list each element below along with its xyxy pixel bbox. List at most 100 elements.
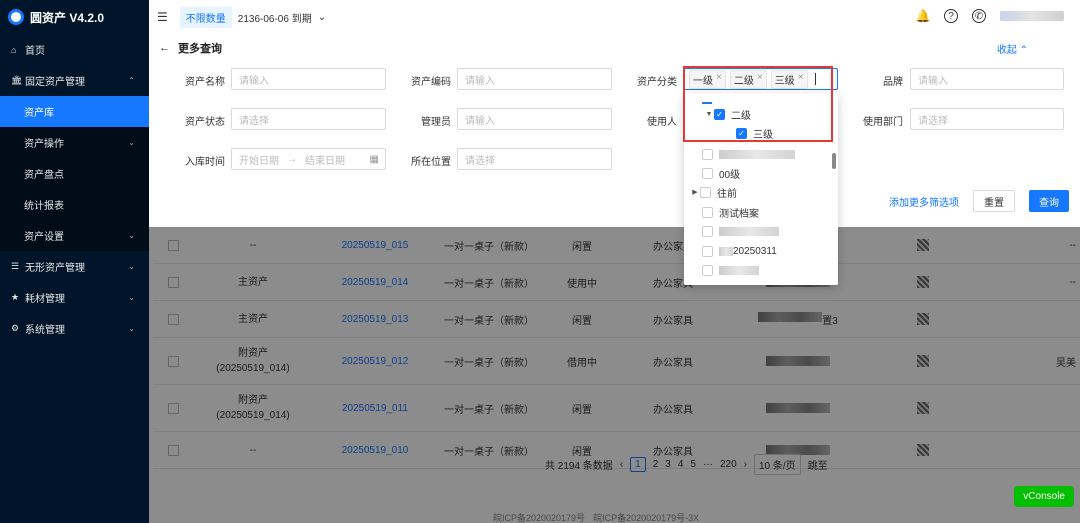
tag-label: 二级 (733, 75, 754, 87)
close-icon[interactable]: × (798, 72, 804, 87)
arrow-right-icon: → (287, 153, 297, 165)
checkbox-checked[interactable]: ✓ (714, 108, 725, 120)
chevron-up-icon: ⌃ (1019, 45, 1028, 56)
chevron-down-icon[interactable]: ⌄ (318, 12, 326, 23)
list-icon: ☰ (11, 261, 20, 271)
close-icon[interactable]: × (757, 72, 763, 87)
chevron-down-icon: ⌄ (128, 324, 135, 333)
checkbox[interactable] (702, 245, 713, 257)
sidebar-item-intangible-assets[interactable]: ☰ 无形资产管理 ⌄ (0, 251, 149, 282)
tree-node-label: 00级 (719, 169, 741, 181)
vconsole-button[interactable]: vConsole (1014, 486, 1074, 507)
chevron-down-icon: ⌄ (128, 262, 135, 271)
sidebar-item-asset-settings[interactable]: 资产设置 ⌄ (0, 220, 149, 251)
home-icon: ⌂ (11, 44, 17, 55)
tag-label: 一级 (693, 75, 713, 87)
reset-button[interactable]: 重置 (973, 190, 1015, 212)
caret-right-icon[interactable]: ▶ (690, 188, 700, 196)
sidebar-item-label: 资产设置 (24, 232, 64, 243)
checkbox[interactable] (702, 167, 713, 179)
label-department: 使用部门 (863, 117, 903, 128)
modal-mask[interactable] (149, 227, 1080, 523)
checkbox[interactable] (702, 225, 713, 237)
text-caret (814, 73, 816, 85)
sidebar-item-home[interactable]: ⌂ 首页 (0, 34, 149, 65)
sidebar-item-consumables[interactable]: ★ 耗材管理 ⌄ (0, 282, 149, 313)
checkbox[interactable] (702, 206, 713, 218)
tree-node-indicator (702, 102, 712, 104)
tree-node[interactable]: 20250311 (702, 242, 777, 260)
asset-category-select[interactable]: 一级 × 二级 × 三级 × (684, 68, 838, 90)
tree-node-label: 二级 (731, 110, 751, 122)
location-select[interactable]: 请选择 (457, 148, 612, 170)
sidebar-item-reports[interactable]: 统计报表 (0, 189, 149, 220)
chevron-up-icon: ⌃ (128, 76, 135, 85)
placeholder: 请输入 (465, 115, 495, 127)
star-icon: ★ (11, 292, 20, 302)
sidebar-item-fixed-assets[interactable]: 🏛 固定资产管理 ⌃ (0, 65, 149, 96)
tree-node[interactable]: 测试档案 (702, 203, 759, 221)
manager-input[interactable]: 请输入 (457, 108, 612, 130)
asset-code-input[interactable]: 请输入 (457, 68, 612, 90)
quota-tag: 不限数量 (179, 6, 232, 28)
tree-node[interactable]: 00级 (702, 164, 740, 182)
end-date[interactable]: 结束日期 (305, 152, 345, 167)
tree-node-level3[interactable]: ✓ 三级 (736, 124, 773, 142)
expiry-text[interactable]: 2136-06-06 到期 (238, 10, 312, 25)
tree-node-label: 20250311 (733, 245, 777, 257)
collapse-button[interactable]: 收起 ⌃ (997, 41, 1028, 56)
asset-name-input[interactable]: 请输入 (231, 68, 386, 90)
user-avatar[interactable] (1000, 11, 1064, 21)
start-date[interactable]: 开始日期 (239, 152, 279, 167)
asset-status-select[interactable]: 请选择 (231, 108, 386, 130)
app-logo[interactable]: 圆资产 V4.2.0 (0, 0, 149, 34)
tree-node-level2[interactable]: ▼ ✓ 二级 (704, 105, 751, 123)
label-manager: 管理员 (421, 117, 451, 128)
gear-icon: ⚙ (11, 323, 20, 333)
checkbox-checked[interactable]: ✓ (736, 127, 747, 139)
close-icon[interactable]: × (716, 72, 722, 87)
brand-input[interactable]: 请输入 (910, 68, 1064, 90)
advanced-search-panel: ← 更多查询 收起 ⌃ 资产名称 请输入 资产编码 请输入 资产分类 一级 × 二… (149, 34, 1080, 227)
bell-icon[interactable]: 🔔 (916, 9, 931, 23)
label-brand: 品牌 (883, 77, 903, 88)
checkbox[interactable] (700, 186, 711, 198)
label-location: 所在位置 (411, 157, 451, 168)
panel-title: 更多查询 (178, 43, 222, 55)
placeholder: 请输入 (918, 75, 948, 87)
label-asset-code: 资产编码 (411, 77, 451, 88)
label-asset-name: 资产名称 (185, 77, 225, 88)
back-arrow-icon[interactable]: ← (159, 42, 170, 54)
menu-fold-icon[interactable]: ☰ (157, 10, 168, 24)
chevron-down-icon: ⌄ (128, 231, 135, 240)
sidebar-item-system[interactable]: ⚙ 系统管理 ⌄ (0, 313, 149, 344)
tree-node[interactable] (702, 222, 779, 240)
tree-node[interactable] (702, 145, 795, 163)
department-select[interactable]: 请选择 (910, 108, 1064, 130)
help-icon[interactable]: ? (944, 9, 958, 23)
label-inbound-time: 入库时间 (185, 157, 225, 168)
selected-tag: 三级 × (770, 69, 808, 89)
query-button[interactable]: 查询 (1029, 190, 1069, 212)
tree-node[interactable] (702, 261, 759, 279)
placeholder: 请输入 (239, 75, 269, 87)
caret-down-icon[interactable]: ▼ (704, 111, 714, 118)
add-filters-link[interactable]: 添加更多筛选项 (889, 194, 959, 209)
tree-node[interactable]: ▶ 往前 (690, 183, 737, 201)
sidebar-item-label: 无形资产管理 (25, 263, 85, 274)
checkbox[interactable] (702, 148, 713, 160)
inbound-date-range[interactable]: 开始日期 → 结束日期 ▦ (231, 148, 386, 170)
calendar-icon: ▦ (369, 153, 379, 165)
sidebar-item-label: 固定资产管理 (25, 77, 85, 88)
sidebar-item-asset-library[interactable]: 资产库 (0, 96, 149, 127)
label-asset-status: 资产状态 (185, 117, 225, 128)
tree-node-label: 三级 (753, 129, 773, 141)
scrollbar[interactable] (832, 153, 836, 169)
whatsapp-icon[interactable]: ✆ (972, 9, 986, 23)
sidebar-item-inventory[interactable]: 资产盘点 (0, 158, 149, 189)
sidebar-item-asset-operations[interactable]: 资产操作 ⌄ (0, 127, 149, 158)
chevron-down-icon: ⌄ (128, 138, 135, 147)
placeholder: 请选择 (239, 115, 269, 127)
blurred-label (719, 226, 779, 236)
checkbox[interactable] (702, 264, 713, 276)
